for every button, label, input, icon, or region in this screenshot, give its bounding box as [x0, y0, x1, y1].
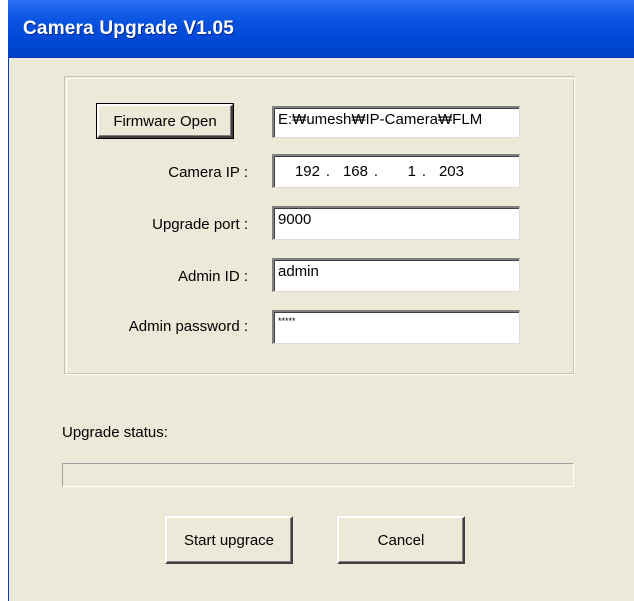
ip-dot: .: [373, 163, 379, 180]
upgrade-progress-bar: [62, 463, 574, 487]
admin-id-field[interactable]: admin: [272, 258, 520, 292]
firmware-open-button[interactable]: Firmware Open: [96, 103, 234, 139]
upgrade-port-label: Upgrade port :: [152, 216, 248, 233]
camera-ip-field[interactable]: 192 . 168 . 1 . 203: [272, 154, 520, 188]
start-upgrade-button[interactable]: Start upgrace: [165, 516, 293, 564]
admin-id-label: Admin ID :: [177, 268, 248, 285]
admin-password-field[interactable]: *****: [272, 310, 520, 344]
ip-octet-2[interactable]: 168: [336, 163, 368, 180]
upgrade-status-label: Upgrade status:: [62, 424, 168, 441]
camera-upgrade-window: Camera Upgrade V1.05 Firmware Open E:₩um…: [8, 0, 634, 601]
ip-octet-1[interactable]: 192: [288, 163, 320, 180]
cancel-button[interactable]: Cancel: [337, 516, 465, 564]
ip-dot: .: [421, 163, 427, 180]
ip-octet-4[interactable]: 203: [432, 163, 464, 180]
camera-ip-label: Camera IP :: [168, 164, 248, 181]
title-bar[interactable]: Camera Upgrade V1.05: [8, 0, 634, 58]
firmware-path-field[interactable]: E:₩umesh₩IP-Camera₩FLM: [272, 106, 520, 138]
upgrade-port-field[interactable]: 9000: [272, 206, 520, 240]
ip-octet-3[interactable]: 1: [384, 163, 416, 180]
admin-password-label: Admin password :: [128, 318, 248, 335]
ip-dot: .: [325, 163, 331, 180]
window-title: Camera Upgrade V1.05: [23, 18, 234, 39]
